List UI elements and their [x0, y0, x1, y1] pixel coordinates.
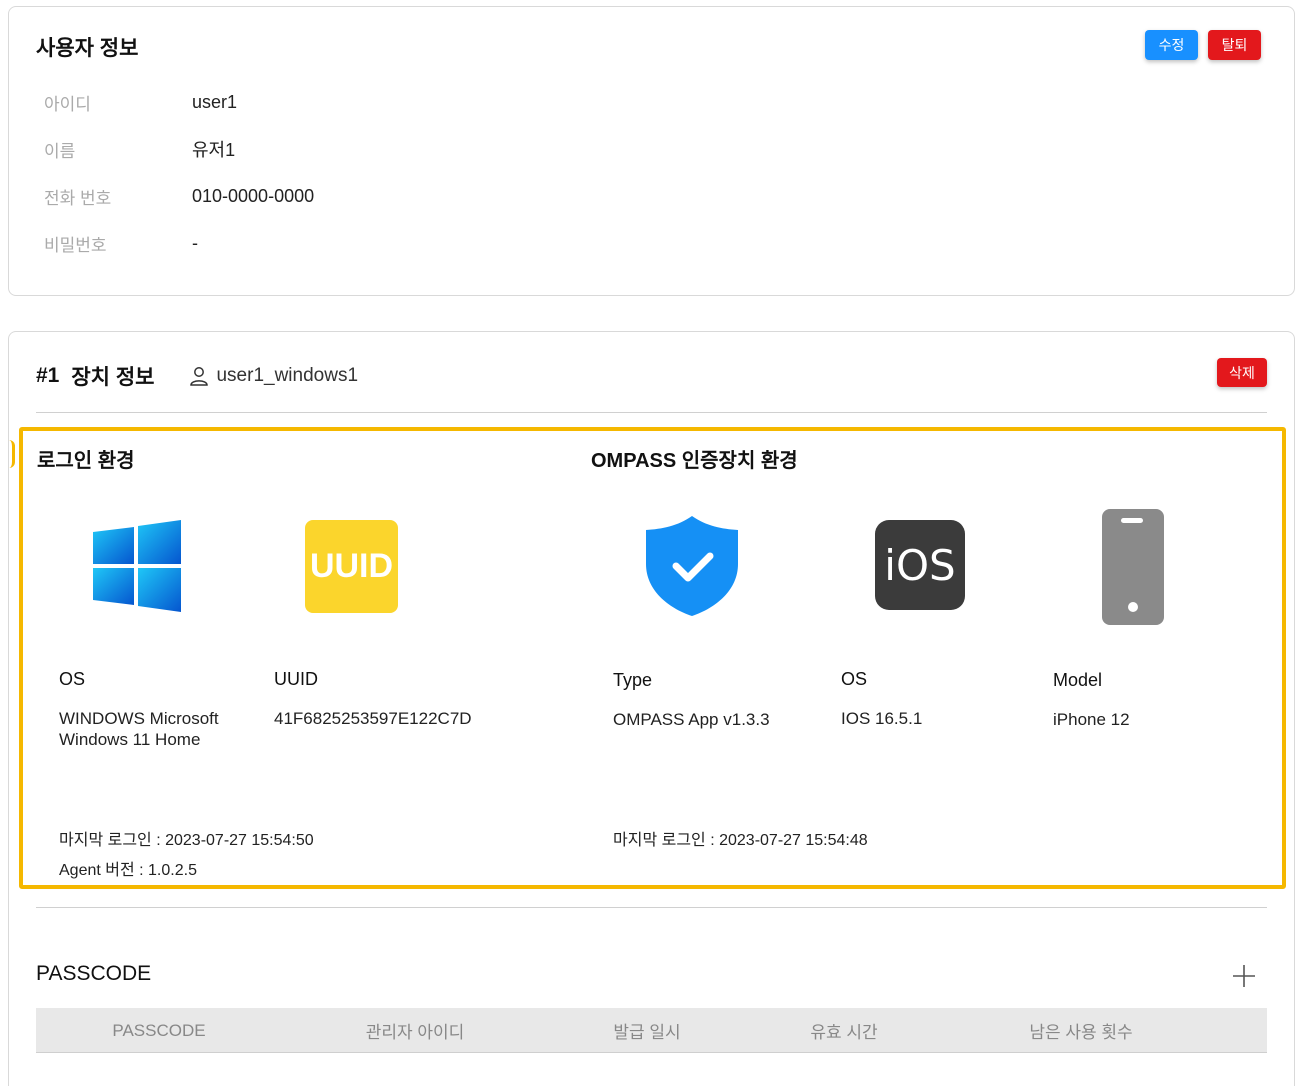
type-value: OMPASS App v1.3.3 — [613, 710, 770, 729]
auth-os-value: IOS 16.5.1 — [841, 709, 923, 728]
device-user: user1_windows1 — [188, 365, 358, 387]
os-value: WINDOWS Microsoft Windows 11 Home — [59, 709, 219, 749]
info-value: - — [192, 232, 198, 253]
user-info-title: 사용자 정보 — [36, 37, 139, 60]
device-user-name: user1_windows1 — [216, 365, 359, 386]
windows-logo-icon — [91, 520, 183, 617]
column-header-admin-id: 관리자 아이디 — [365, 1023, 465, 1042]
uuid-label: UUID — [274, 669, 318, 689]
column-header-passcode: PASSCODE — [112, 1020, 206, 1040]
column-header-remaining-uses: 남은 사용 횟수 — [1029, 1023, 1133, 1042]
ios-icon: iOS — [875, 520, 965, 610]
os-label: OS — [59, 669, 86, 689]
info-label: 아이디 — [44, 94, 91, 114]
shield-check-icon — [644, 514, 740, 623]
add-passcode-button[interactable] — [1230, 962, 1258, 990]
model-value: iPhone 12 — [1053, 710, 1130, 729]
info-row-password: 비밀번호 - — [44, 231, 198, 255]
highlight-marker — [9, 440, 15, 468]
info-row-id: 아이디 user1 — [44, 90, 237, 114]
type-label: Type — [613, 670, 653, 690]
auth-last-login: 마지막 로그인 : 2023-07-27 15:54:48 — [613, 832, 868, 849]
model-label: Model — [1053, 670, 1103, 690]
auth-env-title: OMPASS 인증장치 환경 — [591, 450, 798, 472]
info-label: 이름 — [44, 141, 76, 161]
uuid-icon: UUID — [305, 520, 398, 613]
agent-version: Agent 버전 : 1.0.2.5 — [59, 862, 197, 879]
info-label: 비밀번호 — [44, 235, 107, 255]
auth-os-label: OS — [841, 669, 868, 689]
withdraw-button[interactable]: 탈퇴 — [1208, 30, 1261, 60]
section-divider — [36, 907, 1267, 908]
login-env-title: 로그인 환경 — [37, 450, 135, 472]
passcode-title: PASSCODE — [36, 962, 152, 985]
info-value: user1 — [192, 91, 238, 112]
info-row-name: 이름 유저1 — [44, 137, 235, 161]
device-info-card: #1 장치 정보 user1_windows1 삭제 로그인 환경 UUID O… — [8, 331, 1295, 1086]
passcode-table-header: PASSCODE 관리자 아이디 발급 일시 유효 시간 남은 사용 횟수 — [36, 1008, 1267, 1053]
delete-device-button[interactable]: 삭제 — [1217, 358, 1267, 387]
user-info-card: 사용자 정보 수정 탈퇴 아이디 user1 이름 유저1 전화 번호 010-… — [8, 6, 1295, 296]
column-header-valid-time: 유효 시간 — [810, 1023, 878, 1042]
highlight-box: 로그인 환경 UUID OS UUID WINDOWS Microsoft Wi… — [19, 427, 1286, 889]
user-icon — [190, 367, 209, 386]
ios-badge-text: iOS — [884, 540, 956, 590]
login-last-login: 마지막 로그인 : 2023-07-27 15:54:50 — [59, 832, 314, 849]
plus-icon — [1233, 965, 1255, 987]
device-header: #1 장치 정보 user1_windows1 — [36, 361, 358, 391]
uuid-value: 41F6825253597E122C7D — [274, 709, 472, 728]
device-number: #1 — [36, 364, 60, 387]
info-value: 유저1 — [192, 140, 236, 160]
info-label: 전화 번호 — [44, 188, 112, 208]
device-title: 장치 정보 — [71, 366, 155, 389]
info-value: 010-0000-0000 — [192, 185, 315, 206]
info-row-phone: 전화 번호 010-0000-0000 — [44, 184, 314, 208]
header-divider — [36, 412, 1267, 413]
edit-button[interactable]: 수정 — [1145, 30, 1198, 60]
smartphone-icon — [1101, 508, 1165, 631]
uuid-badge-text: UUID — [309, 547, 394, 585]
